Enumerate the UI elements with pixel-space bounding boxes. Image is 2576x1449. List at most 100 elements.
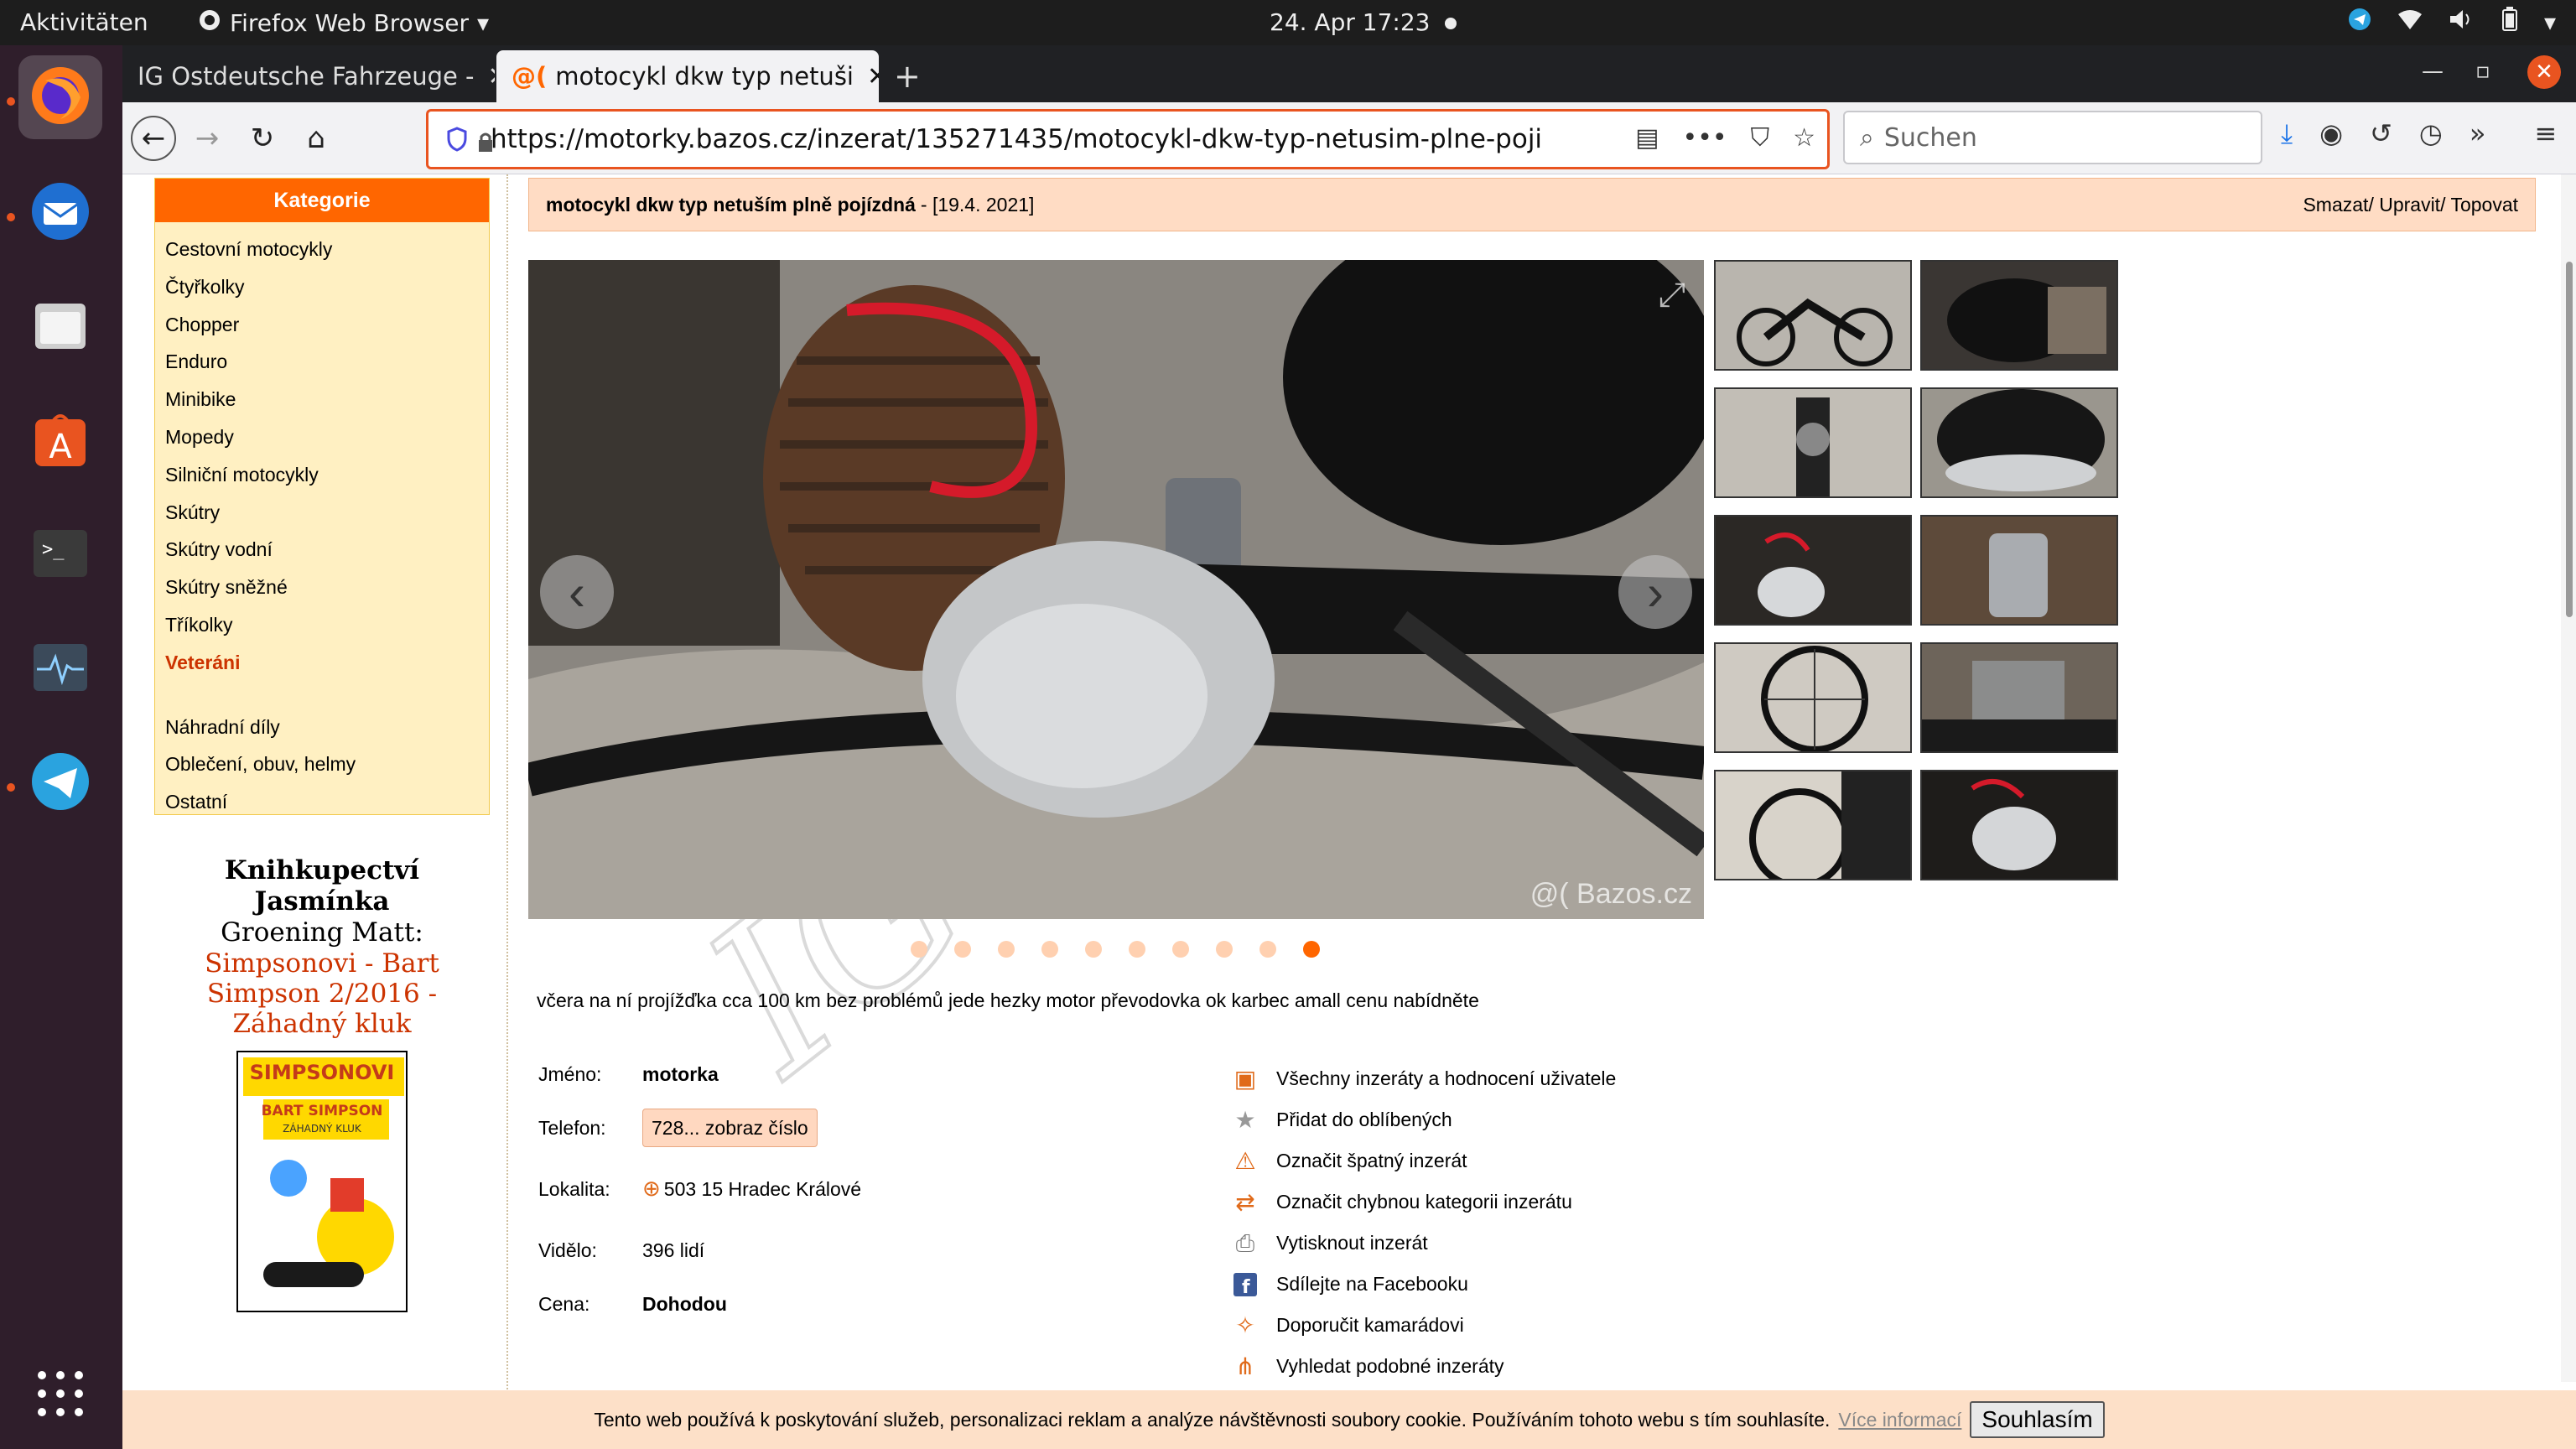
category-item[interactable]: Enduro [165,343,479,381]
clock[interactable]: 24. Apr 17:23 [1270,8,1457,36]
next-photo-button[interactable]: › [1618,555,1692,629]
scrollbar-thumb[interactable] [2566,262,2573,617]
close-window-button[interactable]: ✕ [2527,55,2561,89]
category-item[interactable]: Náhradní díly [165,709,479,746]
book-title-link[interactable]: Simpsonovi - Bart [154,948,490,979]
page-actions-icon[interactable]: ••• [1683,123,1727,153]
reload-button[interactable]: ↻ [240,116,285,161]
action-recommend[interactable]: ✧ Doporučit kamarádovi [1229,1305,1616,1346]
shield-icon[interactable] [447,127,467,158]
category-item[interactable]: Minibike [165,381,479,418]
show-apps-button[interactable] [18,1353,102,1437]
tab-ig-ostdeutsche[interactable]: IG Ostdeutsche Fahrzeuge - ✕ [122,50,495,102]
thumbnail[interactable] [1920,770,2118,880]
minimize-button[interactable]: — [2422,59,2444,84]
category-item[interactable]: Cestovní motocykly [165,231,479,268]
new-tab-button[interactable]: + [879,50,936,102]
account-icon[interactable]: ◉ [2319,117,2343,150]
previous-photo-button[interactable]: ‹ [540,555,614,629]
thumbnail[interactable] [1714,642,1912,753]
dock-software[interactable]: A [18,399,102,483]
carousel-dot[interactable] [954,941,971,958]
category-item[interactable]: Tříkolky [165,606,479,644]
carousel-dot[interactable] [998,941,1015,958]
action-share-facebook[interactable]: f Sdílejte na Facebooku [1229,1264,1616,1305]
back-button[interactable]: ← [131,116,176,161]
thumbnail[interactable] [1920,387,2118,498]
carousel-dot[interactable] [1216,941,1233,958]
app-menu[interactable]: Firefox Web Browser ▾ [198,8,489,38]
category-item[interactable]: Chopper [165,306,479,344]
category-item[interactable]: Skútry vodní [165,531,479,569]
carousel-dot-active[interactable] [1303,941,1320,958]
category-item[interactable]: Silniční motocykly [165,456,479,494]
dock-telegram[interactable] [18,741,102,825]
history-back-icon[interactable]: ↺ [2370,117,2392,150]
thumbnail[interactable] [1714,260,1912,371]
dock-files[interactable] [18,285,102,369]
thumbnail[interactable] [1920,515,2118,626]
dock-system-monitor[interactable] [18,627,102,711]
telegram-tray-icon[interactable] [2348,8,2371,37]
show-phone-button[interactable]: 728... zobraz číslo [642,1109,818,1147]
thumbnail[interactable] [1714,515,1912,626]
carousel-dot[interactable] [1085,941,1102,958]
system-tray[interactable]: ▾ [2348,7,2556,38]
category-item[interactable]: Skútry sněžné [165,569,479,606]
book-ad[interactable]: Knihkupectví Jasmínka Groening Matt: Sim… [154,855,490,1312]
ad-manage-links[interactable]: Smazat/ Upravit/ Topovat [2303,194,2518,216]
url-bar[interactable]: https://motorky.bazos.cz/inzerat/1352714… [426,109,1830,169]
carousel-dot[interactable] [911,941,927,958]
cookie-more-info-link[interactable]: Více informací [1838,1409,1961,1431]
action-add-favorite[interactable]: ★ Přidat do oblíbených [1229,1099,1616,1140]
map-search-icon[interactable]: ⊕ [642,1176,661,1201]
overflow-chevron-icon[interactable]: » [2470,117,2486,150]
chevron-down-icon[interactable]: ▾ [2544,8,2556,36]
close-icon[interactable]: ✕ [488,62,495,91]
category-item[interactable]: Oblečení, obuv, helmy [165,745,479,783]
category-item-active[interactable]: Veteráni [165,644,479,682]
bookmark-star-icon[interactable]: ☆ [1793,123,1815,153]
pocket-icon[interactable]: ⛉ [1751,123,1770,153]
reader-view-icon[interactable]: ▤ [1635,123,1659,153]
fullscreen-icon[interactable]: ⤢ [1659,277,1685,314]
lock-icon[interactable] [477,130,494,160]
category-item[interactable]: Čtyřkolky [165,268,479,306]
action-similar-ads[interactable]: ⋔ Vyhledat podobné inzeráty [1229,1346,1616,1387]
forward-button[interactable]: → [184,116,230,161]
download-icon[interactable]: ⤓ [2281,117,2293,150]
action-all-user-ads[interactable]: ▣ Všechny inzeráty a hodnocení uživatele [1229,1058,1617,1099]
home-button[interactable]: ⌂ [293,116,339,161]
thumbnail[interactable] [1714,387,1912,498]
page-scrollbar[interactable] [2561,174,2576,1382]
volume-icon[interactable] [2449,8,2475,37]
wifi-icon[interactable] [2397,8,2423,37]
cookie-accept-button[interactable]: Souhlasím [1970,1401,2105,1438]
category-item[interactable]: Ostatní [165,783,479,821]
main-photo[interactable]: ⤢ ‹ › @( Bazos.cz [528,260,1704,919]
carousel-dot[interactable] [1129,941,1145,958]
action-print[interactable]: ⎙ Vytisknout inzerát [1229,1223,1616,1264]
tab-bazos-ad[interactable]: @( motocykl dkw typ netuši ✕ [496,50,879,102]
dock-thunderbird[interactable] [18,171,102,255]
activities-button[interactable]: Aktivitäten [20,8,148,36]
battery-icon[interactable] [2501,7,2519,38]
thumbnail[interactable] [1714,770,1912,880]
thumbnail[interactable] [1920,642,2118,753]
category-item[interactable]: Skútry [165,494,479,532]
dock-terminal[interactable]: >_ [18,513,102,597]
dock-firefox[interactable] [18,55,102,139]
carousel-dot[interactable] [1172,941,1189,958]
thumbnail[interactable] [1920,260,2118,371]
action-wrong-category[interactable]: ⇄ Označit chybnou kategorii inzerátu [1229,1182,1616,1223]
close-icon[interactable]: ✕ [867,62,879,91]
category-item[interactable]: Mopedy [165,418,479,456]
location-link[interactable]: 503 15 Hradec Králové [664,1170,861,1208]
carousel-dot[interactable] [1259,941,1276,958]
maximize-button[interactable]: ▫ [2475,59,2490,84]
carousel-dot[interactable] [1041,941,1058,958]
book-title-link-3[interactable]: Záhadný kluk [154,1009,490,1039]
book-cover-image[interactable]: SIMPSONOVI BART SIMPSON ZÁHADNÝ KLUK [236,1051,408,1312]
search-input[interactable]: ⌕ Suchen [1843,111,2262,164]
hamburger-menu-icon[interactable]: ≡ [2534,117,2557,150]
